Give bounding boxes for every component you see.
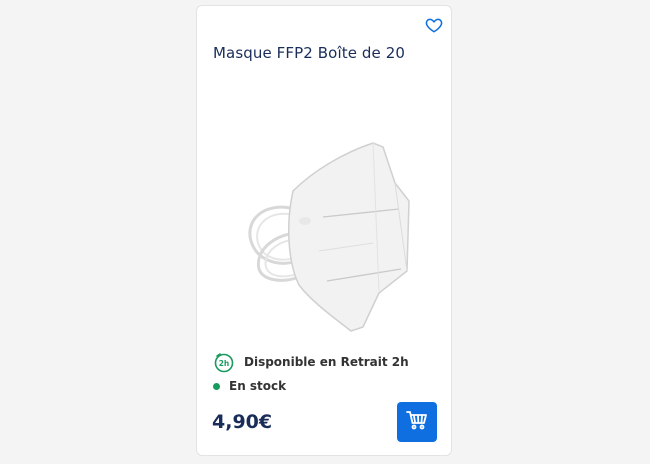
pickup-availability: 2h Disponible en Retrait 2h — [213, 350, 409, 374]
product-card[interactable]: Masque FFP2 Boîte de 20 2h Disponible en… — [196, 5, 452, 456]
shopping-cart-icon — [405, 408, 429, 436]
product-image[interactable] — [223, 131, 423, 341]
product-title[interactable]: Masque FFP2 Boîte de 20 — [213, 44, 405, 62]
stock-indicator-dot — [213, 382, 220, 390]
stock-text: En stock — [229, 379, 287, 393]
svg-text:2h: 2h — [219, 359, 230, 368]
product-price: 4,90€ — [212, 411, 273, 433]
availability-text: Disponible en Retrait 2h — [244, 355, 409, 369]
add-to-cart-button[interactable] — [397, 402, 437, 442]
favorite-heart-icon[interactable] — [425, 16, 443, 34]
stock-status: En stock — [213, 377, 286, 395]
clock-2h-icon: 2h — [213, 351, 235, 373]
